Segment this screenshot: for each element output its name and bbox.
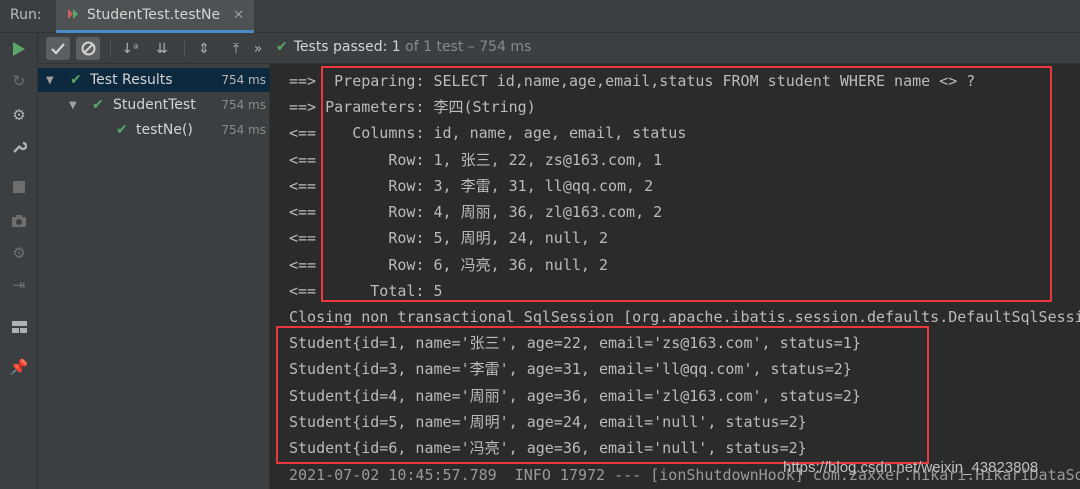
status-count: 1 <box>391 39 401 55</box>
expand-all-icon[interactable]: ⇕ <box>192 37 216 60</box>
test-tree: ▼ ✔ Test Results 754 ms ▼ ✔ StudentTest … <box>38 64 270 489</box>
run-icon[interactable] <box>9 39 29 59</box>
console-line: <== Row: 6, 冯亮, 36, null, 2 <box>289 256 608 274</box>
tree-item-time: 754 ms <box>221 73 266 87</box>
console-line: <== Total: 5 <box>289 282 443 300</box>
passed-icon: ✔ <box>70 72 82 88</box>
console-output[interactable]: ==> Preparing: SELECT id,name,age,email,… <box>271 64 1080 489</box>
sort-duration-icon[interactable]: ⇊ <box>150 37 174 60</box>
console-line: ==> Preparing: SELECT id,name,age,email,… <box>289 72 976 90</box>
test-runner-toolbar: ↓ᵃ ⇊ ⇕ ⤒ » ✔ Tests passed: 1 of 1 test – … <box>38 33 1080 64</box>
status-detail: of 1 test – 754 ms <box>405 39 532 55</box>
tree-item-test-results[interactable]: ▼ ✔ Test Results 754 ms <box>38 68 270 92</box>
junit-run-icon <box>66 6 80 25</box>
layout-icon[interactable] <box>9 317 29 337</box>
run-tab-title: StudentTest.testNe <box>87 7 221 23</box>
pin-icon[interactable]: 📌 <box>9 357 29 377</box>
passed-icon: ✔ <box>116 122 128 138</box>
camera-icon[interactable] <box>9 211 29 231</box>
check-icon: ✔ <box>276 39 288 55</box>
console-line: Student{id=4, name='周丽', age=36, email='… <box>289 387 861 405</box>
sort-alpha-icon[interactable]: ↓ᵃ <box>118 37 142 60</box>
debug-icon[interactable]: ⚙ <box>9 105 29 125</box>
collapse-all-icon[interactable]: ⤒ <box>224 37 248 60</box>
console-line: <== Row: 4, 周丽, 36, zl@163.com, 2 <box>289 203 663 221</box>
wrench-icon[interactable] <box>9 137 29 157</box>
chevron-down-icon[interactable]: ▼ <box>69 100 77 111</box>
console-line: Student{id=6, name='冯亮', age=36, email='… <box>289 439 807 457</box>
console-line: <== Row: 3, 李雷, 31, ll@qq.com, 2 <box>289 177 654 195</box>
console-line: <== Row: 5, 周明, 24, null, 2 <box>289 229 608 247</box>
run-label: Run: <box>10 7 42 23</box>
console-line: Student{id=5, name='周明', age=24, email='… <box>289 413 807 431</box>
show-passed-icon[interactable] <box>46 37 70 60</box>
left-tool-strip: ↻ ⚙ ⚙ ⇥ 📌 <box>0 33 38 489</box>
status-label: Tests passed: <box>293 39 388 55</box>
exit-icon[interactable]: ⇥ <box>9 275 29 295</box>
console-line: <== Row: 1, 张三, 22, zs@163.com, 1 <box>289 151 663 169</box>
console-line: <== Columns: id, name, age, email, statu… <box>289 124 687 142</box>
tree-item-studenttest[interactable]: ▼ ✔ StudentTest 754 ms <box>38 93 270 117</box>
tests-status: ✔ Tests passed: 1 of 1 test – 754 ms <box>276 39 531 55</box>
settings-icon[interactable]: ⚙ <box>9 243 29 263</box>
console-line: Closing non transactional SqlSession [or… <box>289 308 1080 326</box>
tree-item-time: 754 ms <box>221 123 266 137</box>
toolbar-separator <box>184 41 185 57</box>
watermark: https://blog.csdn.net/weixin_43823808 <box>783 459 1039 476</box>
passed-icon: ✔ <box>92 97 104 113</box>
toolbar-separator <box>110 41 111 57</box>
rerun-failed-icon[interactable]: ↻ <box>9 71 29 91</box>
tree-item-label: StudentTest <box>113 97 196 113</box>
console-line: Student{id=3, name='李雷', age=31, email='… <box>289 360 852 378</box>
close-icon[interactable]: ✕ <box>233 8 244 23</box>
tree-item-time: 754 ms <box>221 98 266 112</box>
tree-item-label: Test Results <box>90 72 173 88</box>
run-tab[interactable]: StudentTest.testNe ✕ <box>56 0 255 33</box>
console-line: Student{id=1, name='张三', age=22, email='… <box>289 334 861 352</box>
chevron-down-icon[interactable]: ▼ <box>46 75 54 86</box>
show-ignored-icon[interactable] <box>76 37 100 60</box>
tree-item-label: testNe() <box>136 122 193 138</box>
console-line: ==> Parameters: 李四(String) <box>289 98 536 116</box>
stop-icon[interactable] <box>9 177 29 197</box>
run-titlebar: Run: StudentTest.testNe ✕ <box>0 0 1080 33</box>
more-actions-icon[interactable]: » <box>250 37 266 60</box>
tree-item-testne[interactable]: ✔ testNe() 754 ms <box>38 118 270 142</box>
